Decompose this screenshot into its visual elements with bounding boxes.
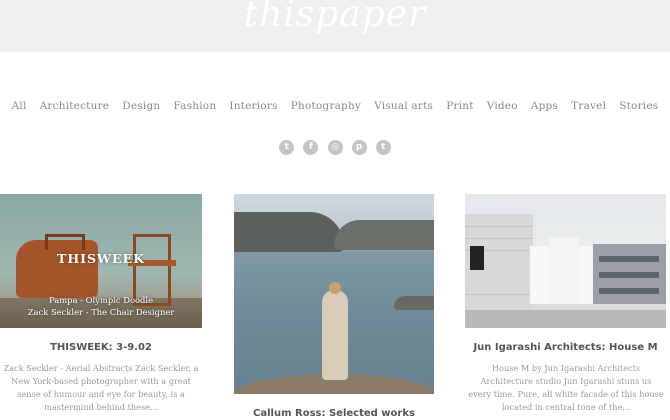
social-links: t f ◎ p t	[0, 137, 670, 156]
thumbnail-overlay-line: Zack Seckler - The Chair Designer	[27, 307, 175, 317]
category-nav: All Architecture Design Fashion Interior…	[0, 94, 670, 113]
card-title[interactable]: Jun Igarashi Architects: House M	[465, 342, 666, 353]
thumbnail-overlay-line: Pampa - Olympic Doodle	[48, 295, 154, 305]
nav-item-apps[interactable]: Apps	[531, 100, 558, 112]
person-figure	[322, 290, 348, 380]
nav-item-video[interactable]: Video	[487, 100, 518, 112]
card-thumbnail-callum-ross[interactable]	[234, 194, 434, 394]
nav-item-architecture[interactable]: Architecture	[40, 100, 110, 112]
island-shape	[234, 212, 344, 252]
nav-item-design[interactable]: Design	[122, 100, 160, 112]
nav-item-interiors[interactable]: Interiors	[229, 100, 277, 112]
instagram-icon[interactable]: ◎	[327, 140, 343, 155]
card-title[interactable]: Callum Ross: Selected works	[234, 408, 434, 419]
card-thumbnail-thisweek[interactable]: THISWEEK Pampa - Olympic Doodle Zack Sec…	[0, 194, 202, 328]
site-logo[interactable]: thispaper	[0, 0, 670, 35]
island-shape	[394, 296, 434, 310]
building-shape	[593, 244, 666, 304]
nav-item-stories[interactable]: Stories	[619, 100, 658, 112]
island-shape	[334, 220, 434, 250]
thumbnail-overlay-title: THISWEEK	[57, 251, 145, 266]
twitter-icon[interactable]: t	[279, 140, 295, 155]
nav-item-visual-arts[interactable]: Visual arts	[374, 100, 433, 112]
person-head	[329, 282, 341, 294]
house-tower-shape	[549, 238, 579, 304]
road-shape	[465, 310, 666, 328]
tumblr-icon[interactable]: t	[375, 140, 391, 155]
nav-item-fashion[interactable]: Fashion	[173, 100, 216, 112]
pinterest-icon[interactable]: p	[351, 140, 367, 155]
nav-item-travel[interactable]: Travel	[571, 100, 606, 112]
header-band: thispaper	[0, 0, 670, 52]
window-shape	[470, 246, 484, 270]
facebook-icon[interactable]: f	[303, 140, 319, 155]
card-description: House M by Jun Igarashi Architects Archi…	[468, 363, 664, 412]
nav-item-print[interactable]: Print	[446, 100, 473, 112]
card-thumbnail-house-m[interactable]	[465, 194, 666, 328]
nav-item-all[interactable]: All	[12, 100, 27, 112]
card-title[interactable]: THISWEEK: 3-9.02	[0, 342, 202, 353]
chair-back-shape	[45, 234, 85, 250]
nav-item-photography[interactable]: Photography	[291, 100, 361, 112]
card-description: Zack Seckler - Aerial Abstracts Zack Sec…	[3, 363, 199, 412]
